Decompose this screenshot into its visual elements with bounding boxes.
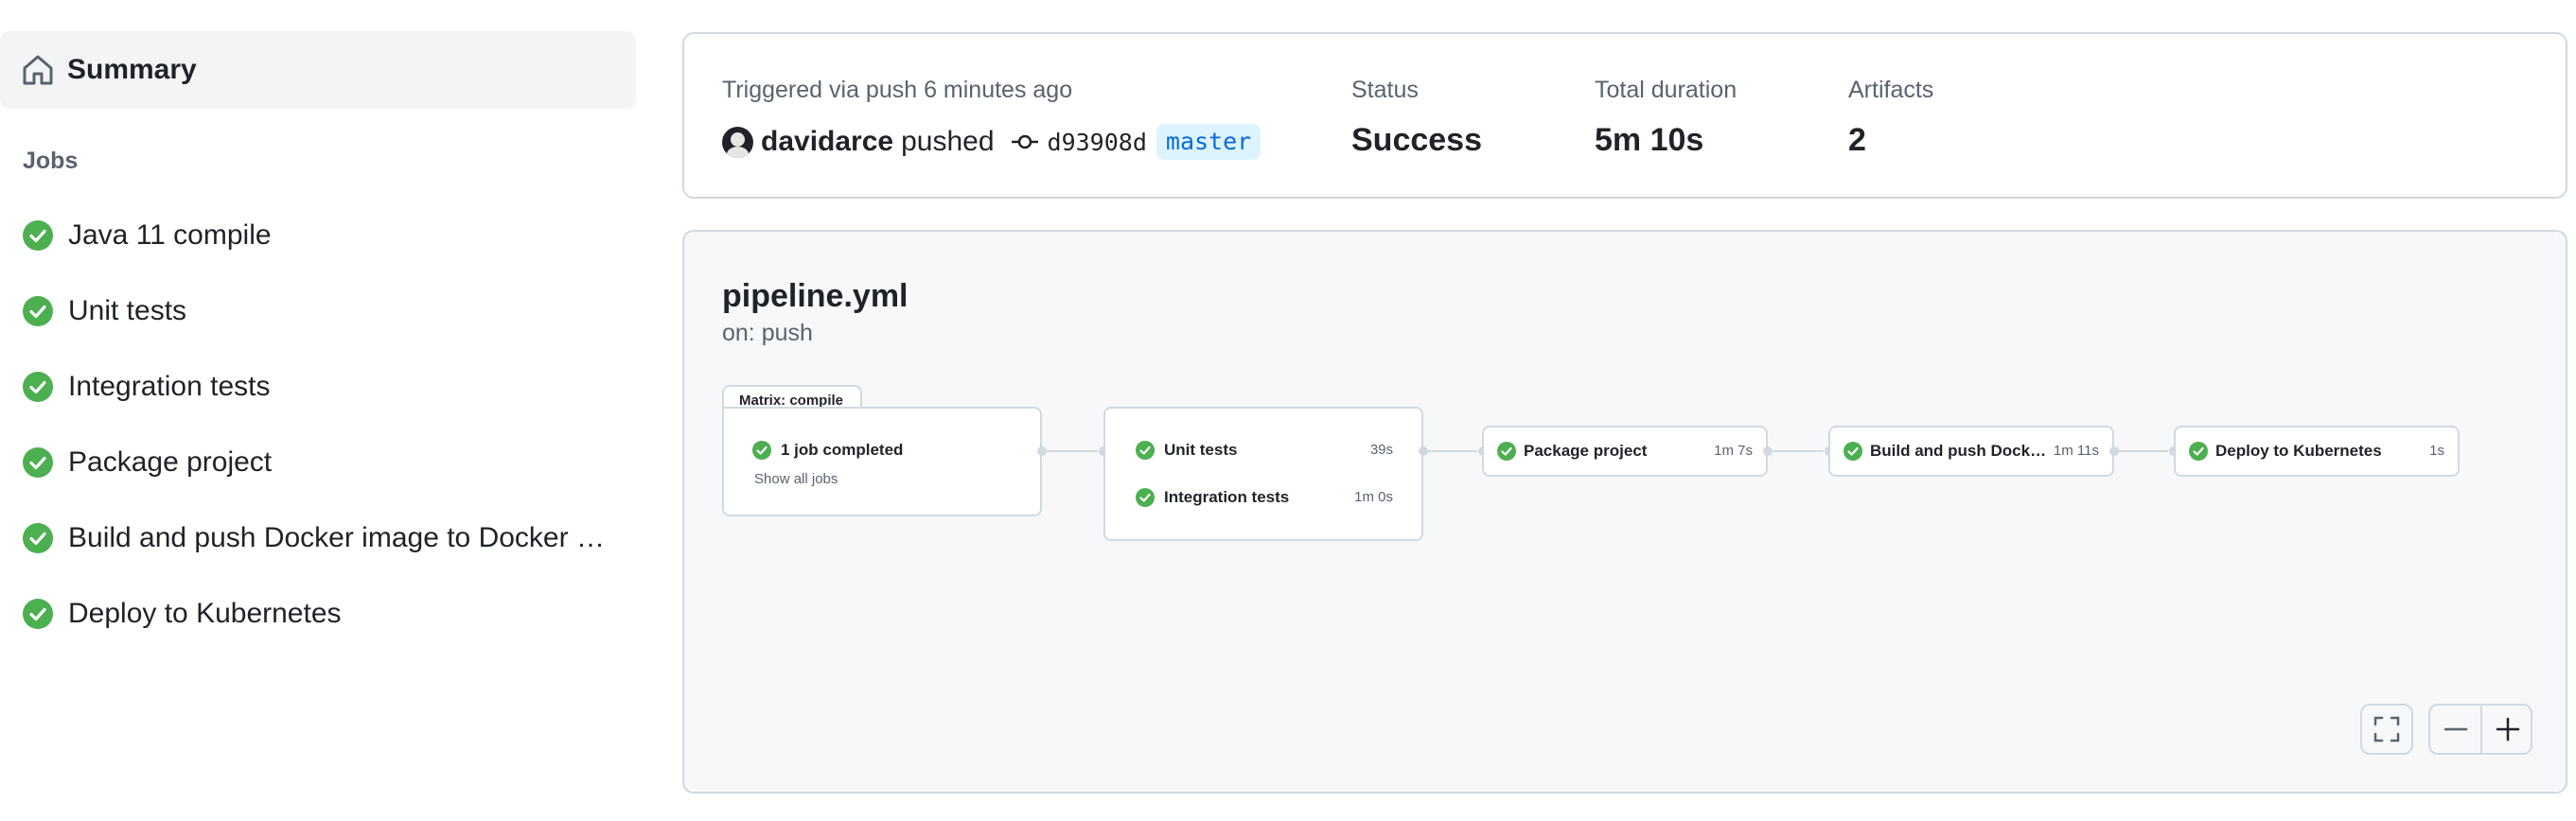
connector-dot — [2109, 446, 2119, 456]
jobs-heading: Jobs — [23, 148, 79, 174]
sidebar-job-unit-tests[interactable]: Unit tests — [0, 279, 636, 345]
tests-group-node: Unit tests 39s Integration tests 1m 0s — [1103, 407, 1423, 541]
sidebar: Summary Jobs Java 11 compile Unit tests … — [0, 0, 636, 821]
zoom-out-button[interactable] — [2430, 706, 2480, 753]
run-summary-card: Triggered via push 6 minutes ago davidar… — [682, 32, 2567, 199]
workflow-graph-card: pipeline.yml on: push Matrix: compile 1 … — [682, 230, 2567, 794]
plus-icon — [2496, 717, 2520, 742]
sidebar-job-label: Build and push Docker image to Docker H.… — [68, 522, 608, 553]
job-node-package-project[interactable]: Package project 1m 7s — [1482, 426, 1768, 477]
minus-icon — [2444, 727, 2468, 731]
job-node-label: Build and push Docker i... — [1870, 442, 2054, 460]
duration-stat: Total duration 5m 10s — [1595, 75, 1737, 159]
job-node-label: Unit tests — [1164, 441, 1238, 459]
check-circle-icon — [23, 372, 53, 402]
job-node-duration: 1m 7s — [1714, 443, 1753, 459]
zoom-controls — [2428, 704, 2532, 755]
job-node-duration: 1m 0s — [1354, 489, 1393, 505]
check-circle-icon — [752, 441, 771, 460]
job-node-integration-tests[interactable]: Integration tests 1m 0s — [1105, 475, 1421, 513]
check-circle-icon — [23, 296, 53, 326]
connector-line — [1428, 450, 1477, 452]
zoom-in-button[interactable] — [2482, 706, 2532, 753]
job-node-unit-tests[interactable]: Unit tests 39s — [1105, 428, 1421, 465]
branch-tag[interactable]: master — [1156, 124, 1262, 160]
git-commit-icon — [1011, 134, 1038, 149]
job-node-duration: 39s — [1369, 442, 1393, 458]
check-circle-icon — [1497, 442, 1516, 461]
check-circle-icon — [23, 523, 53, 553]
job-node-label: Deploy to Kubernetes — [2215, 442, 2382, 460]
workflow-name[interactable]: pipeline.yml — [722, 275, 909, 317]
sidebar-job-label: Deploy to Kubernetes — [68, 598, 342, 629]
pusher-row: davidarce pushed d93908d master — [722, 121, 1262, 163]
trigger-text: Triggered via push 6 minutes ago — [722, 77, 1073, 103]
sidebar-job-label: Unit tests — [68, 295, 187, 326]
sidebar-job-package-project[interactable]: Package project — [0, 430, 636, 497]
job-node-deploy-kubernetes[interactable]: Deploy to Kubernetes 1s — [2174, 426, 2460, 477]
duration-value: 5m 10s — [1595, 122, 1704, 158]
job-node-label: Integration tests — [1164, 488, 1290, 506]
push-action-text: pushed — [901, 126, 995, 157]
sidebar-job-label: Java 11 compile — [68, 219, 272, 251]
connector-dot — [1419, 446, 1428, 456]
connector-line — [2119, 450, 2168, 452]
sidebar-job-java-11-compile[interactable]: Java 11 compile — [0, 203, 636, 270]
connector-line — [1047, 450, 1098, 452]
duration-label: Total duration — [1595, 77, 1738, 103]
check-circle-icon — [23, 220, 53, 251]
check-circle-icon — [23, 599, 53, 629]
artifacts-label: Artifacts — [1848, 77, 1934, 103]
status-value: Success — [1351, 122, 1482, 158]
job-node-build-push-docker[interactable]: Build and push Docker i... 1m 11s — [1828, 426, 2114, 477]
check-circle-icon — [1136, 441, 1155, 460]
connector-line — [1773, 450, 1824, 452]
status-stat: Status Success — [1351, 75, 1482, 159]
connector-dot — [1037, 446, 1047, 456]
show-all-jobs-link[interactable]: Show all jobs — [754, 470, 838, 489]
commit-sha-link[interactable]: d93908d — [1048, 129, 1147, 156]
username-link[interactable]: davidarce — [761, 126, 893, 158]
fullscreen-button[interactable] — [2360, 704, 2413, 755]
sidebar-job-integration-tests[interactable]: Integration tests — [0, 355, 636, 421]
matrix-node[interactable]: 1 job completed Show all jobs — [722, 407, 1042, 516]
artifacts-stat: Artifacts 2 — [1848, 75, 1933, 159]
job-node-duration: 1m 11s — [2053, 443, 2099, 459]
check-circle-icon — [1136, 488, 1155, 507]
check-circle-icon — [23, 447, 53, 478]
home-icon — [23, 55, 53, 85]
check-circle-icon — [2189, 442, 2208, 461]
status-label: Status — [1351, 77, 1419, 103]
workflow-trigger: on: push — [722, 320, 813, 346]
sidebar-job-build-push-docker[interactable]: Build and push Docker image to Docker H.… — [0, 506, 636, 572]
sidebar-job-label: Integration tests — [68, 371, 271, 402]
check-circle-icon — [1844, 442, 1862, 461]
job-node-duration: 1s — [2429, 443, 2444, 459]
matrix-summary: 1 job completed — [781, 441, 904, 459]
sidebar-item-summary[interactable]: Summary — [0, 31, 636, 109]
job-node-label: Package project — [1524, 442, 1648, 460]
sidebar-item-label: Summary — [67, 54, 197, 85]
sidebar-job-deploy-kubernetes[interactable]: Deploy to Kubernetes — [0, 582, 636, 648]
artifacts-value[interactable]: 2 — [1848, 121, 1933, 159]
sidebar-job-label: Package project — [68, 446, 273, 478]
avatar[interactable] — [722, 126, 753, 158]
fullscreen-icon — [2373, 716, 2400, 742]
connector-dot — [1763, 446, 1773, 456]
